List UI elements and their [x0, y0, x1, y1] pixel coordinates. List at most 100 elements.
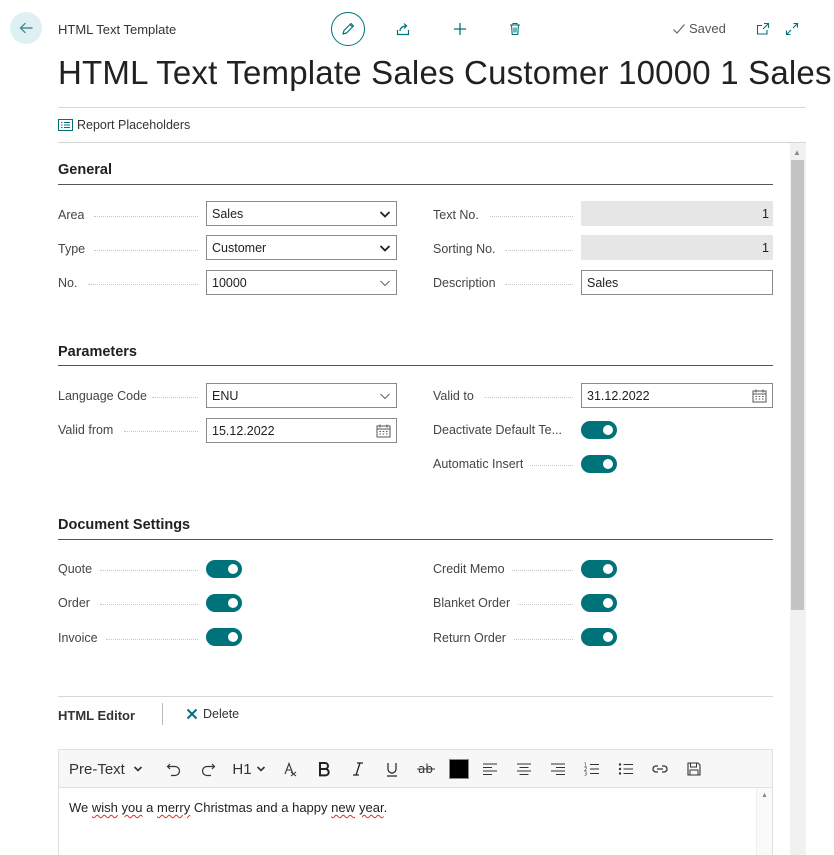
italic-button[interactable] [347, 758, 369, 780]
invoice-label: Invoice [58, 631, 98, 645]
section-general-title[interactable]: General [58, 162, 112, 178]
expand-icon [785, 22, 799, 36]
area-label: Area [58, 208, 85, 222]
align-left-icon [483, 763, 497, 776]
editor-scrollbar[interactable]: ▲ [756, 788, 772, 855]
clear-format-button[interactable] [279, 758, 301, 780]
breadcrumb: HTML Text Template [58, 22, 177, 37]
deactivate-default-label: Deactivate Default Te... [433, 423, 563, 437]
text-no-value: 1 [762, 206, 769, 221]
redo-button[interactable] [197, 758, 219, 780]
editor-word-misspelled: new [331, 800, 355, 815]
quote-label: Quote [58, 562, 93, 576]
quote-toggle[interactable] [206, 560, 242, 578]
return-order-toggle[interactable] [581, 628, 617, 646]
valid-to-label: Valid to [433, 389, 474, 403]
align-left-button[interactable] [479, 758, 501, 780]
label-leader [100, 604, 198, 605]
align-right-icon [551, 763, 565, 776]
blanket-order-label: Blanket Order [433, 596, 511, 610]
editor-word-misspelled: merry [156, 800, 191, 815]
delete-record-button[interactable] [500, 14, 530, 44]
share-button[interactable] [388, 14, 418, 44]
chevron-down-icon [379, 211, 391, 218]
report-list-icon [58, 119, 73, 131]
credit-memo-toggle[interactable] [581, 560, 617, 578]
automatic-insert-toggle[interactable] [581, 455, 617, 473]
undo-button[interactable] [163, 758, 185, 780]
language-code-lookup[interactable]: ENU [206, 383, 397, 408]
new-button[interactable] [445, 14, 475, 44]
expand-button[interactable] [777, 14, 807, 44]
valid-from-value: 15.12.2022 [212, 423, 275, 438]
open-new-window-button[interactable] [748, 14, 778, 44]
no-lookup-field[interactable]: 10000 [206, 270, 397, 295]
label-leader [100, 570, 198, 571]
font-color-button[interactable] [448, 758, 470, 780]
underline-button[interactable] [381, 758, 403, 780]
chevron-down-icon [256, 766, 265, 772]
label-leader [505, 284, 573, 285]
edit-button[interactable] [331, 12, 365, 46]
sorting-no-field: 1 [581, 235, 773, 260]
calendar-icon[interactable] [376, 424, 391, 438]
section-divider [58, 365, 773, 366]
section-parameters-title[interactable]: Parameters [58, 344, 137, 360]
align-center-button[interactable] [513, 758, 535, 780]
report-placeholders-action[interactable]: Report Placeholders [58, 118, 190, 132]
area-select[interactable]: Sales [206, 201, 397, 226]
type-select[interactable]: Customer [206, 235, 397, 260]
align-right-button[interactable] [547, 758, 569, 780]
italic-icon [353, 762, 363, 776]
label-leader [94, 216, 198, 217]
valid-from-label: Valid from [58, 423, 114, 437]
order-toggle[interactable] [206, 594, 242, 612]
description-label: Description [433, 276, 496, 290]
strikethrough-button[interactable]: ab [415, 758, 437, 780]
description-input[interactable]: Sales [581, 270, 773, 295]
editor-content[interactable]: We wish you a merry Christmas and a happ… [69, 800, 387, 815]
divider [58, 107, 806, 108]
editor-word: We [69, 800, 89, 815]
arrow-left-icon [19, 22, 33, 34]
divider [58, 696, 773, 697]
blanket-order-toggle[interactable] [581, 594, 617, 612]
undo-icon [166, 763, 181, 777]
type-value: Customer [212, 240, 267, 255]
divider [58, 142, 806, 143]
close-icon [186, 708, 198, 720]
calendar-icon[interactable] [752, 389, 767, 403]
editor-toolbar: Pre-Text H1 ab 1 2 3 [59, 750, 772, 788]
valid-from-date-input[interactable]: 15.12.2022 [206, 418, 397, 443]
strikethrough-icon: ab [417, 762, 435, 776]
chevron-down-icon [133, 766, 142, 772]
type-label: Type [58, 242, 86, 256]
valid-to-date-input[interactable]: 31.12.2022 [581, 383, 773, 408]
font-color-swatch-icon [449, 759, 469, 779]
invoice-toggle[interactable] [206, 628, 242, 646]
align-center-icon [517, 763, 531, 776]
scrollbar-thumb[interactable] [791, 160, 804, 610]
open-in-new-window-icon [756, 22, 770, 35]
back-button[interactable] [10, 12, 42, 44]
insert-link-button[interactable] [649, 758, 671, 780]
editor-word: a [146, 800, 154, 815]
chevron-down-icon [380, 280, 390, 287]
label-leader [106, 639, 198, 640]
bullet-list-button[interactable] [615, 758, 637, 780]
deactivate-default-toggle[interactable] [581, 421, 617, 439]
delete-action[interactable]: Delete [186, 707, 239, 721]
scroll-up-icon[interactable]: ▲ [761, 792, 768, 799]
label-leader [518, 604, 573, 605]
heading-select[interactable]: H1 [229, 758, 269, 780]
scroll-up-icon[interactable]: ▲ [793, 148, 801, 157]
bold-icon [319, 762, 330, 777]
chevron-down-icon [380, 393, 390, 400]
save-button[interactable] [683, 758, 705, 780]
sorting-no-label: Sorting No. [433, 242, 496, 256]
bold-button[interactable] [313, 758, 335, 780]
format-select[interactable]: Pre-Text [69, 758, 153, 780]
numbered-list-button[interactable]: 123 [581, 758, 603, 780]
editor-word-misspelled: wish [91, 800, 118, 815]
section-document-settings-title[interactable]: Document Settings [58, 517, 190, 533]
